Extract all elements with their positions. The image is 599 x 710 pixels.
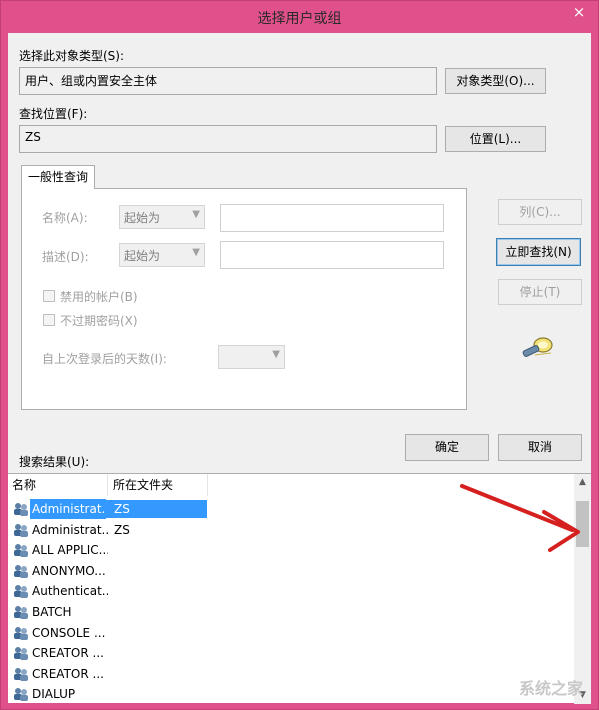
non-expiring-password-checkbox[interactable] bbox=[43, 314, 55, 326]
tab-general-query[interactable]: 一般性查询 bbox=[21, 165, 95, 189]
days-since-login-label: 自上次登录后的天数(I): bbox=[42, 352, 167, 366]
row-name: Authenticat... bbox=[32, 584, 108, 599]
table-row[interactable]: ALL APPLIC... bbox=[8, 540, 218, 560]
row-name: Administrat... bbox=[32, 522, 108, 537]
table-row[interactable]: Authenticat... bbox=[8, 581, 218, 601]
chevron-down-icon: ▼ bbox=[192, 247, 200, 258]
user-group-icon bbox=[14, 606, 28, 619]
table-row[interactable]: BATCH bbox=[8, 602, 218, 622]
user-group-icon bbox=[14, 667, 28, 681]
object-type-label: 选择此对象类型(S): bbox=[19, 49, 125, 63]
user-group-icon bbox=[14, 585, 28, 599]
non-expiring-password-label: 不过期密码(X) bbox=[60, 314, 138, 328]
annotation-arrow bbox=[460, 484, 580, 552]
user-group-icon bbox=[14, 647, 28, 661]
row-name: CREATOR ... bbox=[32, 646, 104, 661]
row-name: ANONYMO... bbox=[32, 563, 106, 578]
location-label: 查找位置(F): bbox=[19, 107, 88, 121]
user-group-icon bbox=[14, 564, 28, 578]
row-folder: ZS bbox=[114, 502, 130, 516]
locations-button[interactable]: 位置(L)... bbox=[445, 126, 546, 152]
table-row[interactable]: DIALUP bbox=[8, 684, 218, 704]
cancel-button[interactable]: 取消 bbox=[498, 434, 582, 461]
location-field: ZS bbox=[19, 125, 437, 153]
table-row[interactable]: CREATOR ... bbox=[8, 643, 218, 663]
find-now-button[interactable]: 立即查找(N) bbox=[496, 238, 581, 266]
row-name: DIALUP bbox=[32, 687, 76, 702]
column-header-folder[interactable]: 所在文件夹 bbox=[109, 474, 208, 496]
name-input[interactable] bbox=[220, 204, 444, 232]
dialog-title: 选择用户或组 bbox=[257, 11, 342, 27]
search-results-label: 搜索结果(U): bbox=[19, 455, 90, 469]
dialog-body: 选择此对象类型(S): 用户、组或内置安全主体 对象类型(O)... 查找位置(… bbox=[8, 33, 591, 704]
name-match-value: 起始为 bbox=[124, 211, 161, 225]
stop-button[interactable]: 停止(T) bbox=[498, 279, 582, 305]
close-button[interactable]: × bbox=[566, 2, 592, 22]
row-name: Administrat... bbox=[30, 499, 106, 519]
chevron-down-icon: ▼ bbox=[192, 209, 200, 220]
row-folder: ZS bbox=[114, 522, 130, 537]
row-name: BATCH bbox=[32, 605, 72, 619]
column-header-name[interactable]: 名称 bbox=[8, 474, 108, 496]
description-match-select[interactable]: 起始为 ▼ bbox=[119, 243, 205, 267]
disabled-accounts-label: 禁用的帐户(B) bbox=[60, 290, 138, 304]
description-label: 描述(D): bbox=[42, 250, 89, 264]
search-flashlight-icon bbox=[522, 337, 553, 357]
description-input[interactable] bbox=[220, 241, 444, 269]
table-row[interactable]: CREATOR ... bbox=[8, 664, 218, 684]
columns-button[interactable]: 列(C)... bbox=[498, 199, 582, 225]
days-since-login-select[interactable]: ▼ bbox=[218, 345, 285, 369]
table-row[interactable]: CONSOLE ... bbox=[8, 623, 218, 643]
row-name: CREATOR ... bbox=[32, 666, 104, 681]
name-label: 名称(A): bbox=[42, 211, 88, 225]
user-group-icon bbox=[14, 523, 28, 537]
title-bar[interactable]: 选择用户或组 × bbox=[1, 1, 598, 33]
user-group-icon bbox=[14, 626, 28, 640]
ok-button[interactable]: 确定 bbox=[405, 434, 489, 461]
watermark-text: 系统之家 bbox=[518, 679, 583, 698]
table-row[interactable]: ANONYMO... bbox=[8, 561, 218, 581]
user-group-icon bbox=[14, 688, 28, 702]
user-group-icon bbox=[14, 544, 28, 558]
row-name: CONSOLE ... bbox=[32, 625, 106, 640]
disabled-accounts-checkbox[interactable] bbox=[43, 290, 55, 302]
object-types-button[interactable]: 对象类型(O)... bbox=[445, 68, 546, 94]
chevron-down-icon: ▼ bbox=[272, 349, 280, 360]
row-name: ALL APPLIC... bbox=[32, 543, 108, 558]
user-group-icon bbox=[14, 503, 28, 516]
table-row[interactable]: Administrat... ZS bbox=[8, 499, 218, 519]
name-match-select[interactable]: 起始为 ▼ bbox=[119, 205, 205, 229]
description-match-value: 起始为 bbox=[124, 249, 161, 263]
object-type-field: 用户、组或内置安全主体 bbox=[19, 67, 437, 95]
search-results-list[interactable]: 名称 所在文件夹 Administrat... ZS Administrat... Z… bbox=[8, 473, 591, 704]
table-row[interactable]: Administrat... ZS bbox=[8, 520, 218, 540]
general-query-panel: 名称(A): 起始为 ▼ 描述(D): 起始为 ▼ 禁用的帐户(B) 不过期密码… bbox=[21, 188, 467, 410]
dialog-frame: 选择用户或组 × 选择此对象类型(S): 用户、组或内置安全主体 对象类型(O)… bbox=[0, 0, 599, 710]
